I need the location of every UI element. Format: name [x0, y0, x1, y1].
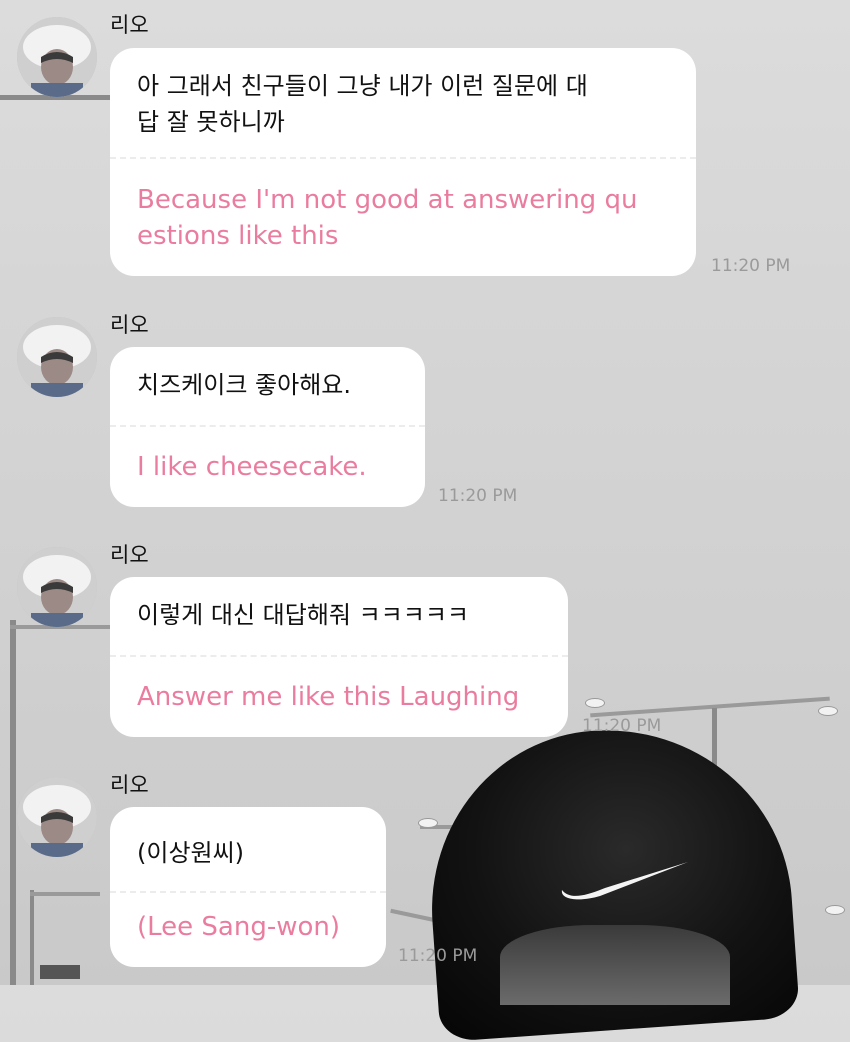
original-text: 이렇게 대신 대답해줘 ㅋㅋㅋㅋㅋ [137, 601, 470, 629]
avatar-photo-icon [17, 547, 97, 627]
original-text: 치즈케이크 좋아해요. [137, 371, 351, 399]
avatar-photo-icon [17, 17, 97, 97]
divider [110, 157, 696, 159]
translation-text: (Lee Sang-won) [137, 912, 341, 942]
timestamp: 11:20 PM [711, 256, 791, 276]
avatar[interactable] [17, 317, 97, 397]
timestamp: 11:20 PM [438, 486, 518, 506]
original-text: 아 그래서 친구들이 그냥 내가 이런 질문에 대 답 잘 못하니까 [137, 72, 588, 136]
translation-text: Because I'm not good at answering qu est… [137, 185, 638, 251]
translation-text: I like cheesecake. [137, 452, 367, 482]
sender-name: 리오 [110, 543, 149, 567]
divider [110, 891, 386, 893]
avatar[interactable] [17, 777, 97, 857]
sender-name: 리오 [110, 773, 149, 797]
message-bubble[interactable]: 치즈케이크 좋아해요. I like cheesecake. [110, 347, 425, 507]
message-bubble[interactable]: 아 그래서 친구들이 그냥 내가 이런 질문에 대 답 잘 못하니까 Becau… [110, 48, 696, 276]
translation-text: Answer me like this Laughing [137, 682, 520, 712]
avatar[interactable] [17, 547, 97, 627]
nike-swoosh-icon [561, 862, 688, 900]
sender-name: 리오 [110, 313, 149, 337]
timestamp: 11:20 PM [398, 946, 478, 966]
avatar-photo-icon [17, 777, 97, 857]
divider [110, 425, 425, 427]
avatar[interactable] [17, 17, 97, 97]
avatar-photo-icon [17, 317, 97, 397]
divider [110, 655, 568, 657]
timestamp: 11:20 PM [582, 716, 662, 736]
sender-name: 리오 [110, 13, 149, 37]
original-text: (이상원씨) [137, 839, 245, 867]
message-bubble[interactable]: (이상원씨) (Lee Sang-won) [110, 807, 386, 967]
message-bubble[interactable]: 이렇게 대신 대답해줘 ㅋㅋㅋㅋㅋ Answer me like this La… [110, 577, 568, 737]
